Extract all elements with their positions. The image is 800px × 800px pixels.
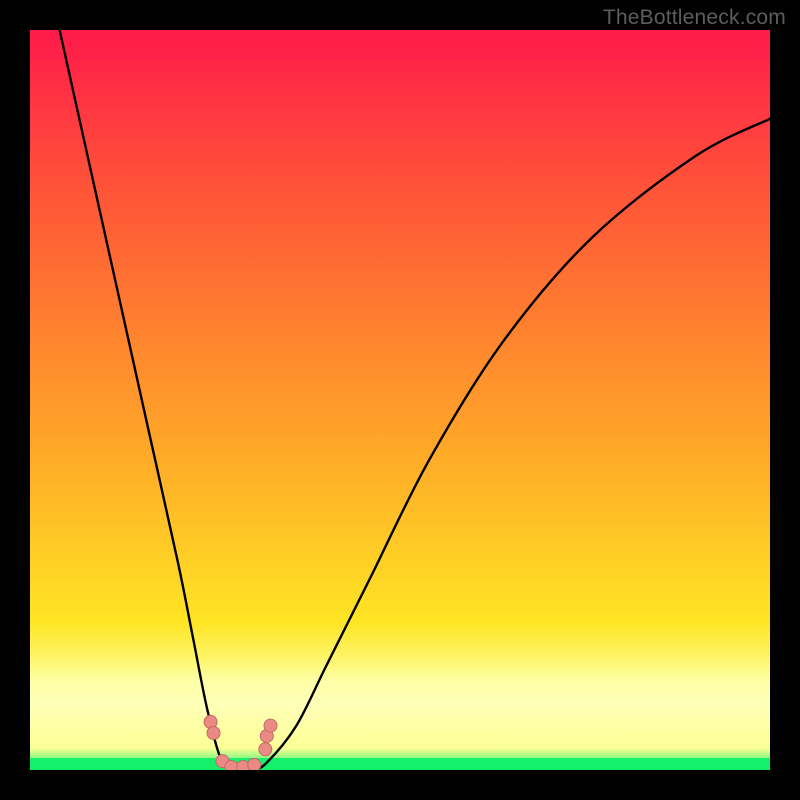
bottleneck-curve [60, 30, 770, 770]
watermark-text: TheBottleneck.com [603, 6, 786, 30]
curve-marker [248, 758, 261, 770]
plot-area [30, 30, 770, 770]
curve-marker [225, 761, 238, 770]
curve-marker [207, 727, 220, 740]
curve-marker [264, 719, 277, 732]
chart-stage: TheBottleneck.com [0, 0, 800, 800]
curve-marker [259, 743, 272, 756]
curve-layer [30, 30, 770, 770]
